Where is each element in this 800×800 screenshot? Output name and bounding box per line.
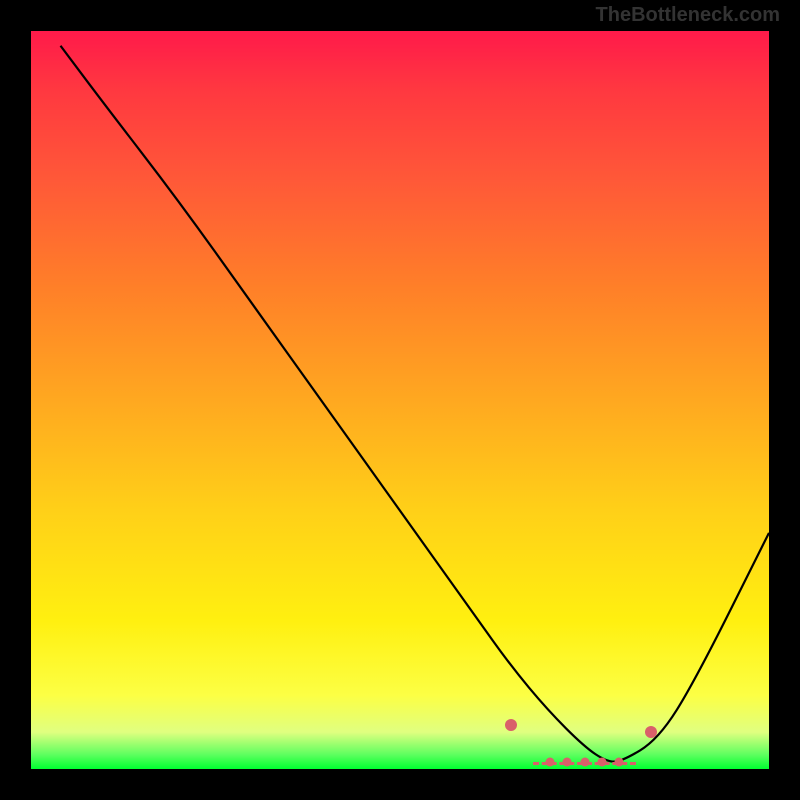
attribution-text: TheBottleneck.com [596,4,780,27]
segment-dot [563,757,572,766]
chart-plot-area [31,31,769,769]
segment-dot [614,757,623,766]
optimal-range-markers [31,31,769,769]
segment-dot [546,757,555,766]
marker-right [645,726,657,738]
marker-left [505,719,517,731]
segment-dot [597,757,606,766]
segment-dot [580,757,589,766]
